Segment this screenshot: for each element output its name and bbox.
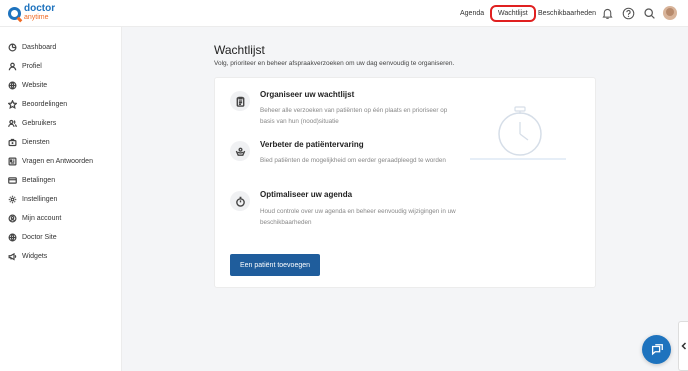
- search-icon[interactable]: [643, 7, 656, 20]
- logo-text-doctor: doctor: [24, 3, 56, 14]
- stopwatch-icon: [235, 196, 245, 207]
- sidebar-item-diensten[interactable]: Diensten: [8, 136, 50, 148]
- sidebar-item-label: Doctor Site: [22, 233, 57, 241]
- feature-description: Beheer alle verzoeken van patiënten op é…: [260, 107, 448, 125]
- chevron-left-icon: [680, 342, 686, 350]
- user-icon: [8, 62, 17, 70]
- logo-mark: [8, 7, 21, 20]
- feature-description: Bied patiënten de mogelijkheid om eerder…: [260, 157, 446, 164]
- nav-beschikbaarheden[interactable]: Beschikbaarheden: [538, 0, 596, 27]
- logo[interactable]: doctor anytime: [8, 3, 56, 22]
- chat-button[interactable]: [642, 335, 671, 364]
- sidebar-item-label: Gebruikers: [22, 119, 57, 127]
- help-icon[interactable]: [622, 7, 635, 20]
- side-panel-toggle[interactable]: [678, 321, 688, 371]
- card-icon: [8, 176, 17, 184]
- sidebar-item-doctor-site[interactable]: Doctor Site: [8, 231, 57, 243]
- sidebar-item-label: Instellingen: [22, 195, 58, 203]
- users-icon: [8, 119, 17, 127]
- feature-icon-wrap: [230, 191, 250, 211]
- clipboard-icon: [236, 96, 244, 107]
- sidebar-item-mijn-account[interactable]: Mijn account: [8, 212, 61, 224]
- top-bar: doctor anytime Agenda Wachtlijst Beschik…: [0, 0, 688, 27]
- nav-agenda[interactable]: Agenda: [460, 0, 484, 27]
- sidebar-item-label: Widgets: [22, 252, 48, 260]
- globe-icon: [8, 233, 17, 241]
- sidebar-item-label: Diensten: [22, 138, 50, 146]
- qa-icon: [8, 157, 17, 165]
- care-icon: [235, 147, 245, 156]
- dashboard-icon: [8, 43, 17, 51]
- feature-title: Optimaliseer uw agenda: [260, 190, 353, 199]
- nav-wachtlijst[interactable]: Wachtlijst: [490, 5, 536, 22]
- feature-title: Verbeter de patiëntervaring: [260, 140, 364, 149]
- page-title: Wachtlijst: [214, 43, 265, 57]
- feature-title: Organiseer uw wachtlijst: [260, 90, 355, 99]
- sidebar-item-gebruikers[interactable]: Gebruikers: [8, 117, 56, 129]
- chat-icon: [651, 343, 663, 355]
- sidebar-item-widgets[interactable]: Widgets: [8, 250, 47, 262]
- gear-icon: [8, 195, 17, 203]
- sidebar-item-label: Mijn account: [22, 214, 62, 222]
- sidebar-item-label: Betalingen: [22, 176, 56, 184]
- sidebar-item-betalingen[interactable]: Betalingen: [8, 174, 55, 186]
- page-subtitle: Volg, prioriteer en beheer afspraakverzo…: [214, 60, 455, 67]
- sidebar-item-label: Dashboard: [22, 43, 57, 51]
- globe-icon: [8, 81, 17, 89]
- feature-icon-wrap: [230, 91, 250, 111]
- avatar[interactable]: [663, 6, 677, 20]
- star-icon: [8, 99, 17, 109]
- sidebar-item-dashboard[interactable]: Dashboard: [8, 41, 56, 53]
- feature-description: Houd controle over uw agenda en beheer e…: [260, 208, 456, 226]
- sidebar-item-label: Website: [22, 81, 48, 89]
- account-icon: [8, 214, 17, 222]
- sidebar-item-beoordelingen[interactable]: Beoordelingen: [8, 98, 67, 110]
- logo-text-anytime: anytime: [24, 14, 49, 21]
- briefcase-icon: [8, 138, 17, 146]
- add-patient-button[interactable]: Een patiënt toevoegen: [230, 254, 320, 276]
- sidebar-item-label: Profiel: [22, 62, 42, 70]
- sidebar-item-profiel[interactable]: Profiel: [8, 60, 42, 72]
- stopwatch-illustration: [470, 106, 566, 160]
- sidebar-item-instellingen[interactable]: Instellingen: [8, 193, 57, 205]
- sidebar-item-vragen-en-antwoorden[interactable]: Vragen en Antwoorden: [8, 155, 93, 167]
- sidebar-item-website[interactable]: Website: [8, 79, 47, 91]
- sidebar-item-label: Vragen en Antwoorden: [22, 157, 93, 165]
- sidebar: Dashboard Profiel Website Beoordelingen …: [0, 27, 122, 371]
- megaphone-icon: [8, 252, 17, 261]
- sidebar-item-label: Beoordelingen: [22, 100, 68, 108]
- feature-icon-wrap: [230, 141, 250, 161]
- bell-icon[interactable]: [601, 7, 614, 20]
